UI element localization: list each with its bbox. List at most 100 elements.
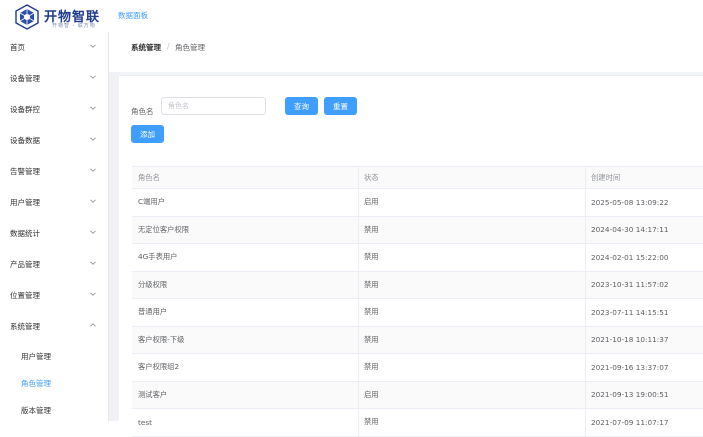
row-created-time: 2025-05-08 13:09:22 [591, 197, 669, 207]
breadcrumb-parent[interactable]: 系统管理 [131, 42, 161, 53]
column-divider [585, 299, 586, 326]
row-role-name: 普通用户 [138, 307, 168, 317]
chevron-down-icon [90, 75, 96, 79]
row-created-time: 2023-07-11 14:15:51 [591, 307, 669, 317]
table-header-role-name: 角色名 [138, 172, 160, 182]
row-created-time: 2021-09-13 19:00:51 [591, 390, 669, 400]
column-divider [585, 326, 586, 353]
column-divider [585, 216, 586, 243]
row-role-name: 测试客户 [138, 389, 168, 399]
breadcrumb-current: 角色管理 [175, 43, 205, 52]
column-divider [358, 409, 359, 436]
chevron-down-icon [90, 261, 96, 265]
column-divider [358, 167, 359, 188]
column-divider [358, 244, 359, 271]
row-status: 禁用 [364, 334, 379, 344]
row-created-time: 2021-10-18 10:11:37 [591, 335, 669, 345]
column-divider [358, 189, 359, 216]
query-button[interactable]: 查询 [285, 97, 318, 115]
sidebar-item-label: 设备群控 [10, 105, 40, 114]
chevron-down-icon [90, 106, 96, 110]
sidebar-subitem-label: 用户管理 [21, 352, 51, 361]
role-name-label: 角色名 [131, 107, 154, 116]
chevron-down-icon [90, 292, 96, 296]
row-status: 禁用 [364, 279, 379, 289]
reset-button[interactable]: 重置 [324, 97, 357, 115]
table-row[interactable]: 无定位客户权限 禁用 2024-04-30 14:17:11 [132, 216, 703, 244]
content-card: 角色名 查询 重置 添加 角色名 状态 创建时间 C端用户 启用 2025-05… [119, 75, 703, 437]
column-divider [358, 216, 359, 243]
row-status: 禁用 [364, 307, 379, 317]
row-created-time: 2021-07-09 11:07:17 [591, 417, 669, 427]
row-status: 启用 [364, 197, 379, 207]
row-created-time: 2024-02-01 15:22:00 [591, 252, 669, 262]
sidebar-subitem-label: 角色管理 [21, 379, 51, 388]
sidebar-item-data-statistics[interactable]: 数据统计 [0, 218, 108, 249]
sidebar-item-label: 告警管理 [10, 167, 40, 176]
sidebar-item-product-management[interactable]: 产品管理 [0, 249, 108, 280]
sidebar-subitem-label: 版本管理 [21, 406, 51, 415]
table-header-row: 角色名 状态 创建时间 [132, 167, 703, 189]
sidebar-item-user-management[interactable]: 用户管理 [0, 187, 108, 218]
row-status: 禁用 [364, 362, 379, 372]
table-header-created-time: 创建时间 [591, 172, 621, 182]
add-button[interactable]: 添加 [131, 125, 164, 143]
table-row[interactable]: 测试客户 启用 2021-09-13 19:00:51 [132, 381, 703, 409]
row-status: 禁用 [364, 417, 379, 427]
table-row[interactable]: 普通用户 禁用 2023-07-11 14:15:51 [132, 299, 703, 327]
sidebar-item-label: 数据统计 [10, 229, 40, 238]
column-divider [585, 167, 586, 188]
header-tab-data-panel[interactable]: 数据面板 [118, 10, 148, 21]
table-row[interactable]: C端用户 启用 2025-05-08 13:09:22 [132, 189, 703, 217]
table-row[interactable]: 客户权限组2 禁用 2021-09-16 13:37:07 [132, 354, 703, 382]
column-divider [358, 326, 359, 353]
role-name-input[interactable] [161, 97, 266, 115]
row-status: 禁用 [364, 224, 379, 234]
top-header: 开物智联 开物智 · 联万物 数据面板 [0, 0, 703, 33]
chevron-down-icon [90, 230, 96, 234]
sidebar-item-device-data[interactable]: 设备数据 [0, 125, 108, 156]
row-role-name: 4G手表用户 [138, 252, 178, 262]
sidebar-subitem-role-management[interactable]: 角色管理 [0, 369, 108, 397]
table-row[interactable]: 客户权限-下级 禁用 2021-10-18 10:11:37 [132, 326, 703, 354]
column-divider [585, 354, 586, 381]
row-role-name: 分级权限 [138, 279, 168, 289]
sidebar-item-alarm-management[interactable]: 告警管理 [0, 156, 108, 187]
column-divider [585, 271, 586, 298]
sidebar-subitem-user-management[interactable]: 用户管理 [0, 342, 108, 370]
main-content: 系统管理 / 角色管理 角色名 查询 重置 添加 角色名 状态 创建时间 C端用… [109, 32, 703, 437]
table-row[interactable]: test 禁用 2021-07-09 11:07:17 [132, 409, 703, 437]
breadcrumb-separator: / [167, 42, 170, 51]
sidebar-subitem-version-management[interactable]: 版本管理 [0, 396, 108, 424]
row-status: 禁用 [364, 252, 379, 262]
sidebar-item-label: 首页 [10, 43, 25, 52]
column-divider [585, 189, 586, 216]
sidebar-item-device-group-control[interactable]: 设备群控 [0, 94, 108, 125]
chevron-up-icon [90, 323, 96, 327]
sidebar-item-location-management[interactable]: 位置管理 [0, 280, 108, 311]
table-row[interactable]: 分级权限 禁用 2023-10-31 11:57:02 [132, 271, 703, 299]
column-divider [358, 354, 359, 381]
sidebar-item-system-management[interactable]: 系统管理 [0, 311, 108, 342]
column-divider [358, 381, 359, 408]
breadcrumb: 系统管理 / 角色管理 [109, 32, 703, 72]
sidebar-item-home[interactable]: 首页 [0, 32, 108, 63]
row-role-name: C端用户 [138, 197, 165, 207]
logo[interactable]: 开物智联 开物智 · 联万物 [14, 4, 114, 30]
sidebar-item-device-management[interactable]: 设备管理 [0, 63, 108, 94]
row-role-name: 客户权限-下级 [138, 334, 185, 344]
chevron-down-icon [90, 168, 96, 172]
column-divider [585, 381, 586, 408]
column-divider [358, 271, 359, 298]
table-row[interactable]: 4G手表用户 禁用 2024-02-01 15:22:00 [132, 244, 703, 272]
row-status: 启用 [364, 389, 379, 399]
roles-table: 角色名 状态 创建时间 C端用户 启用 2025-05-08 13:09:22 … [132, 166, 703, 437]
row-created-time: 2021-09-16 13:37:07 [591, 362, 669, 372]
row-role-name: 无定位客户权限 [138, 224, 190, 234]
row-created-time: 2023-10-31 11:57:02 [591, 280, 669, 290]
sidebar-item-label: 设备数据 [10, 136, 40, 145]
sidebar-item-label: 产品管理 [10, 260, 40, 269]
sidebar-item-label: 设备管理 [10, 74, 40, 83]
chevron-down-icon [90, 199, 96, 203]
column-divider [585, 409, 586, 436]
